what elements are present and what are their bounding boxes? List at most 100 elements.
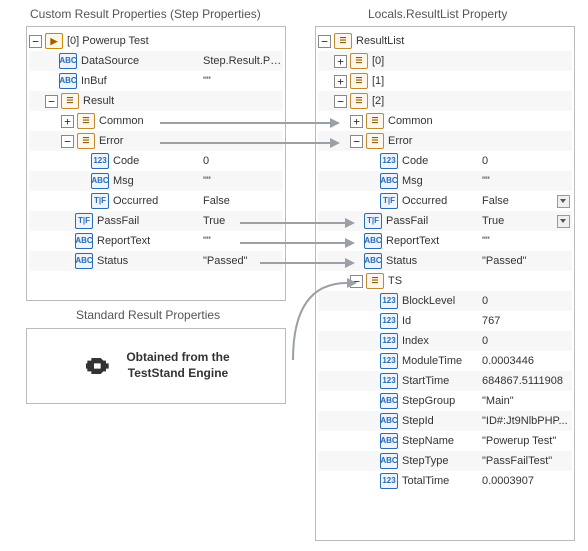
tree-row: ABCDataSourceStep.Result.PassFail (29, 51, 283, 71)
tree-row: −☰ResultList (318, 31, 572, 51)
node-label[interactable]: Error (388, 131, 482, 151)
node-label[interactable]: TotalTime (402, 471, 482, 491)
node-value[interactable]: "Passed" (482, 251, 572, 271)
node-value[interactable]: False (203, 191, 283, 211)
resultlist-tree[interactable]: −☰ResultList +☰[0] +☰[1] −☰[2] +☰Common … (315, 26, 575, 541)
node-value[interactable]: 0 (482, 331, 572, 351)
node-value[interactable]: False (482, 191, 572, 211)
node-label[interactable]: StepType (402, 451, 482, 471)
expand-toggle[interactable]: + (350, 115, 363, 128)
node-value[interactable]: "Powerup Test" (482, 431, 572, 451)
tree-row: −☰[2] (318, 91, 572, 111)
node-label[interactable]: Msg (113, 171, 203, 191)
expand-toggle[interactable]: + (61, 115, 74, 128)
tree-row: ABCMsg"" (29, 171, 283, 191)
node-label[interactable]: Common (388, 111, 482, 131)
node-label[interactable]: StepId (402, 411, 482, 431)
string-icon: ABC (364, 253, 382, 269)
node-value[interactable]: 0 (482, 291, 572, 311)
expand-toggle[interactable]: + (334, 55, 347, 68)
node-value[interactable]: "" (203, 231, 283, 251)
container-icon: ☰ (366, 273, 384, 289)
node-label[interactable]: [2] (372, 91, 482, 111)
node-value[interactable]: 0 (482, 151, 572, 171)
expand-toggle[interactable]: − (61, 135, 74, 148)
tree-row: +☰Common (29, 111, 283, 131)
container-icon: ☰ (350, 93, 368, 109)
tree-row: −☰TS (318, 271, 572, 291)
node-label[interactable]: PassFail (97, 211, 203, 231)
node-label[interactable]: Code (402, 151, 482, 171)
node-label[interactable]: ResultList (356, 31, 482, 51)
string-icon: ABC (75, 233, 93, 249)
node-label[interactable]: ModuleTime (402, 351, 482, 371)
node-label[interactable]: Occurred (402, 191, 482, 211)
tree-row: −☰Result (29, 91, 283, 111)
node-value[interactable]: "Passed" (203, 251, 283, 271)
node-value[interactable]: "" (203, 71, 283, 91)
node-value[interactable]: 684867.5111908 (482, 371, 572, 391)
node-value[interactable]: "ID#:Jt9NlbPHP... (482, 411, 572, 431)
tree-row: 123BlockLevel0 (318, 291, 572, 311)
node-label[interactable]: Index (402, 331, 482, 351)
expand-toggle[interactable]: − (318, 35, 331, 48)
expand-toggle[interactable]: − (350, 135, 363, 148)
list-icon: ☰ (334, 33, 352, 49)
node-label[interactable]: InBuf (81, 71, 203, 91)
expand-toggle[interactable]: − (350, 275, 363, 288)
node-label[interactable]: TS (388, 271, 482, 291)
node-label[interactable]: StartTime (402, 371, 482, 391)
node-value[interactable]: 0 (203, 151, 283, 171)
node-label[interactable]: Code (113, 151, 203, 171)
node-value[interactable]: "" (203, 171, 283, 191)
node-value[interactable]: 767 (482, 311, 572, 331)
node-label[interactable]: Msg (402, 171, 482, 191)
dropdown-button[interactable] (557, 195, 570, 208)
node-label[interactable]: [0] Powerup Test (67, 31, 203, 51)
node-label[interactable]: ReportText (97, 231, 203, 251)
node-label[interactable]: PassFail (386, 211, 482, 231)
node-value[interactable]: 0.0003907 (482, 471, 572, 491)
node-value[interactable]: "Main" (482, 391, 572, 411)
engine-caption: Obtained from theTestStand Engine (126, 350, 229, 381)
expand-toggle[interactable]: + (334, 75, 347, 88)
tree-row: T|FOccurredFalse (318, 191, 572, 211)
expand-toggle[interactable]: − (45, 95, 58, 108)
container-icon: ☰ (77, 133, 95, 149)
node-label[interactable]: ReportText (386, 231, 482, 251)
expand-toggle[interactable]: − (29, 35, 42, 48)
node-value[interactable]: "" (482, 171, 572, 191)
node-value[interactable]: Step.Result.PassFail (203, 51, 283, 71)
step-properties-tree[interactable]: −▶[0] Powerup Test ABCDataSourceStep.Res… (26, 26, 286, 301)
step-icon: ▶ (45, 33, 63, 49)
title-standard-result-properties: Standard Result Properties (76, 308, 220, 322)
node-value[interactable]: True (203, 211, 283, 231)
tree-row: −☰Error (318, 131, 572, 151)
node-label[interactable]: StepName (402, 431, 482, 451)
node-label[interactable]: Result (83, 91, 203, 111)
node-label[interactable]: Status (97, 251, 203, 271)
node-label[interactable]: StepGroup (402, 391, 482, 411)
expand-toggle[interactable]: − (334, 95, 347, 108)
node-label[interactable]: BlockLevel (402, 291, 482, 311)
node-label[interactable]: Id (402, 311, 482, 331)
string-icon: ABC (364, 233, 382, 249)
tree-row: ABCStepName"Powerup Test" (318, 431, 572, 451)
node-label[interactable]: DataSource (81, 51, 203, 71)
node-label[interactable]: Common (99, 111, 203, 131)
number-icon: 123 (380, 473, 398, 489)
node-value[interactable]: 0.0003446 (482, 351, 572, 371)
node-label[interactable]: [0] (372, 51, 482, 71)
node-value[interactable]: True (482, 211, 572, 231)
node-value[interactable]: "" (482, 231, 572, 251)
string-icon: ABC (380, 453, 398, 469)
node-label[interactable]: Error (99, 131, 203, 151)
node-value[interactable]: "PassFailTest" (482, 451, 572, 471)
tree-row: 123StartTime684867.5111908 (318, 371, 572, 391)
node-label[interactable]: Occurred (113, 191, 203, 211)
node-label[interactable]: Status (386, 251, 482, 271)
dropdown-button[interactable] (557, 215, 570, 228)
string-icon: ABC (380, 433, 398, 449)
boolean-icon: T|F (75, 213, 93, 229)
node-label[interactable]: [1] (372, 71, 482, 91)
